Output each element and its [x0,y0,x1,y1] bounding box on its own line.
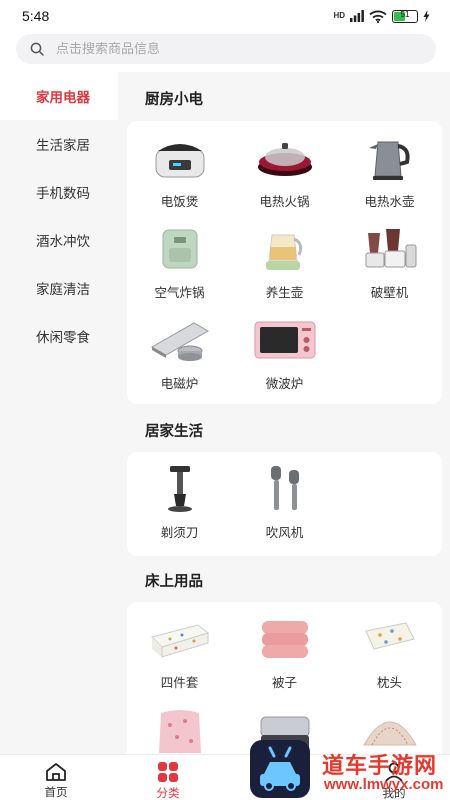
product-hair-dryer[interactable]: 吹风机 [232,464,337,555]
tab-category[interactable]: 分类 [112,755,224,800]
hot-pot-image [250,133,320,183]
watermark-logo [250,740,310,798]
search-bar[interactable] [16,34,436,64]
product-label: 电热水壶 [364,194,415,209]
mosquito-net-image [355,705,425,754]
pillow-image [355,614,425,664]
search-icon [30,42,44,56]
sidebar-item-appliances[interactable]: 家用电器 [0,72,118,120]
section-title-home-life: 居家生活 [145,424,203,440]
product-blanket[interactable] [127,705,232,754]
product-label: 枕头 [376,675,402,690]
section-title-bedding: 床上用品 [145,574,203,590]
product-induction-cooker[interactable]: 电磁炉 [127,315,232,406]
network-type-icon: HD [333,11,345,20]
health-pot-image [250,224,320,274]
hair-dryer-image [250,464,320,514]
section-card-home-life: 剃须刀 吹风机 [127,452,442,556]
product-hot-pot[interactable]: 电热火锅 [232,133,337,224]
product-health-pot[interactable]: 养生壶 [232,224,337,315]
tab-home[interactable]: 首页 [0,755,112,800]
status-time: 5:48 [22,8,50,24]
search-input[interactable] [56,41,396,57]
section-card-bedding: 四件套 被子 枕头 [127,602,442,754]
charging-icon [423,10,430,22]
product-air-fryer[interactable]: 空气炸锅 [127,224,232,315]
bedding-set-image [145,614,215,664]
sidebar-item-digital[interactable]: 手机数码 [0,168,118,216]
category-icon [157,761,179,783]
product-pillow[interactable]: 枕头 [337,614,442,705]
sidebar-item-cleaning[interactable]: 家庭清洁 [0,264,118,312]
product-mosquito-net[interactable] [337,705,442,754]
tab-label: 分类 [156,786,180,800]
battery-icon: 51 [392,9,418,23]
product-label: 剃须刀 [160,525,199,540]
product-label: 电饭煲 [160,194,199,209]
induction-cooker-image [145,315,215,365]
section-title-kitchen: 厨房小电 [145,92,203,108]
product-label: 吹风机 [265,525,304,540]
status-icons: HD 51 [333,9,430,23]
product-label: 电磁炉 [160,376,199,391]
blender-image [355,224,425,274]
category-sidebar: 家用电器 生活家居 手机数码 酒水冲饮 家庭清洁 休闲零食 [0,72,118,754]
product-label: 被子 [271,675,297,690]
signal-icon [350,10,364,22]
product-rice-cooker[interactable]: 电饭煲 [127,133,232,224]
battery-level: 51 [400,9,410,19]
home-icon [45,761,67,782]
sidebar-item-home-living[interactable]: 生活家居 [0,120,118,168]
rice-cooker-image [145,133,215,183]
product-bedding-set[interactable]: 四件套 [127,614,232,705]
wifi-icon [369,10,387,23]
product-label: 四件套 [160,675,199,690]
category-content: 厨房小电 电饭煲 电热火锅 电热水壶 空气炸锅 养生壶 破壁机 电磁炉 微波炉 … [118,72,450,754]
quilt-image [250,614,320,664]
product-shaver[interactable]: 剃须刀 [127,464,232,555]
product-label: 空气炸锅 [154,285,205,300]
status-bar: 5:48 HD 51 [0,0,450,32]
electric-kettle-image [355,133,425,183]
microwave-image [250,315,320,365]
blanket-image [145,705,215,754]
product-electric-kettle[interactable]: 电热水壶 [337,133,442,224]
product-label: 养生壶 [265,285,304,300]
sidebar-item-drinks[interactable]: 酒水冲饮 [0,216,118,264]
product-quilt[interactable]: 被子 [232,614,337,705]
product-label: 破壁机 [370,285,409,300]
air-fryer-image [145,224,215,274]
product-label: 电热火锅 [259,194,310,209]
sidebar-item-snacks[interactable]: 休闲零食 [0,312,118,360]
tab-label: 首页 [44,785,68,799]
shaver-image [145,464,215,514]
product-label: 微波炉 [265,376,304,391]
product-microwave[interactable]: 微波炉 [232,315,337,406]
watermark-url: www.lmwyx.com [324,776,444,793]
product-blender[interactable]: 破壁机 [337,224,442,315]
section-card-kitchen: 电饭煲 电热火锅 电热水壶 空气炸锅 养生壶 破壁机 电磁炉 微波炉 [127,121,442,404]
